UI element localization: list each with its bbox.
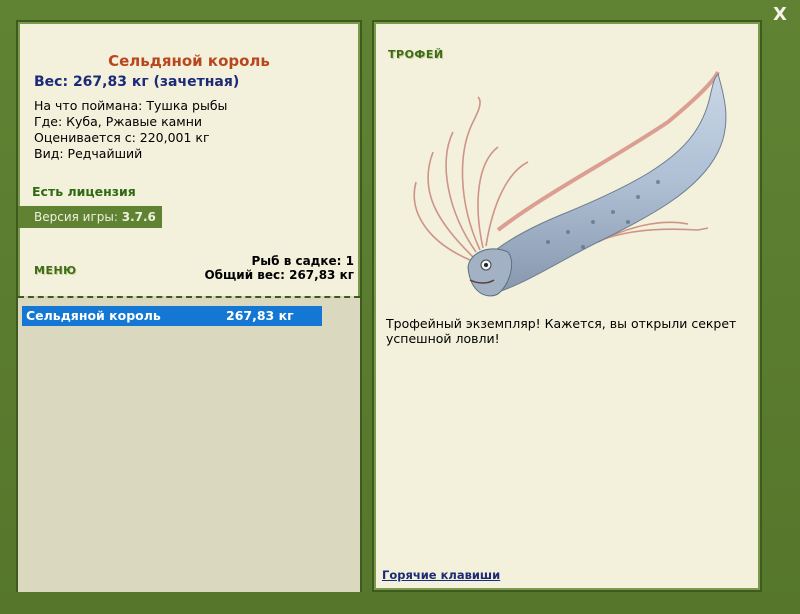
fish-info-panel: Сельдяной король Вес: 267,83 кг (зачетна… (16, 20, 362, 592)
version-badge: Версия игры: 3.7.6 (18, 206, 162, 228)
total-weight: Общий вес: 267,83 кг (204, 268, 354, 282)
catch-list: Сельдяной король 267,83 кг (18, 296, 360, 592)
menu-button[interactable]: МЕНЮ (34, 264, 77, 277)
oarfish-image (413, 71, 727, 297)
license-status: Есть лицензия (32, 184, 136, 199)
list-item[interactable]: Сельдяной король 267,83 кг (22, 306, 322, 326)
fish-title: Сельдяной король (108, 52, 270, 70)
list-item-weight: 267,83 кг (226, 308, 294, 323)
trophy-description: Трофейный экземпляр! Кажется, вы открыли… (386, 316, 737, 346)
close-icon[interactable]: X (770, 4, 790, 26)
valued-from-text: Оценивается с: 220,001 кг (34, 130, 210, 145)
version-value: 3.7.6 (121, 210, 156, 224)
caught-on-text: На что поймана: Тушка рыбы (34, 98, 228, 113)
fish-weight: Вес: 267,83 кг (зачетная) (34, 74, 240, 90)
fish-details: На что поймана: Тушка рыбы Где: Куба, Рж… (34, 98, 227, 162)
rarity-text: Вид: Редчайший (34, 146, 143, 161)
window-frame: X Сельдяной король Вес: 267,83 кг (зачет… (0, 0, 800, 614)
fish-count: Рыб в садке: 1 (251, 254, 355, 268)
hotkeys-link[interactable]: Горячие клавиши (382, 568, 500, 582)
location-text: Где: Куба, Ржавые камни (34, 114, 203, 129)
version-label: Версия игры: (34, 210, 122, 224)
trophy-panel: ТРОФЕЙ Трофейный экземпляр! Кажется, вы … (372, 20, 762, 592)
list-item-name: Сельдяной король (26, 308, 161, 323)
keepnet-stats: Рыб в садке: 1 Общий вес: 267,83 кг (204, 254, 354, 282)
